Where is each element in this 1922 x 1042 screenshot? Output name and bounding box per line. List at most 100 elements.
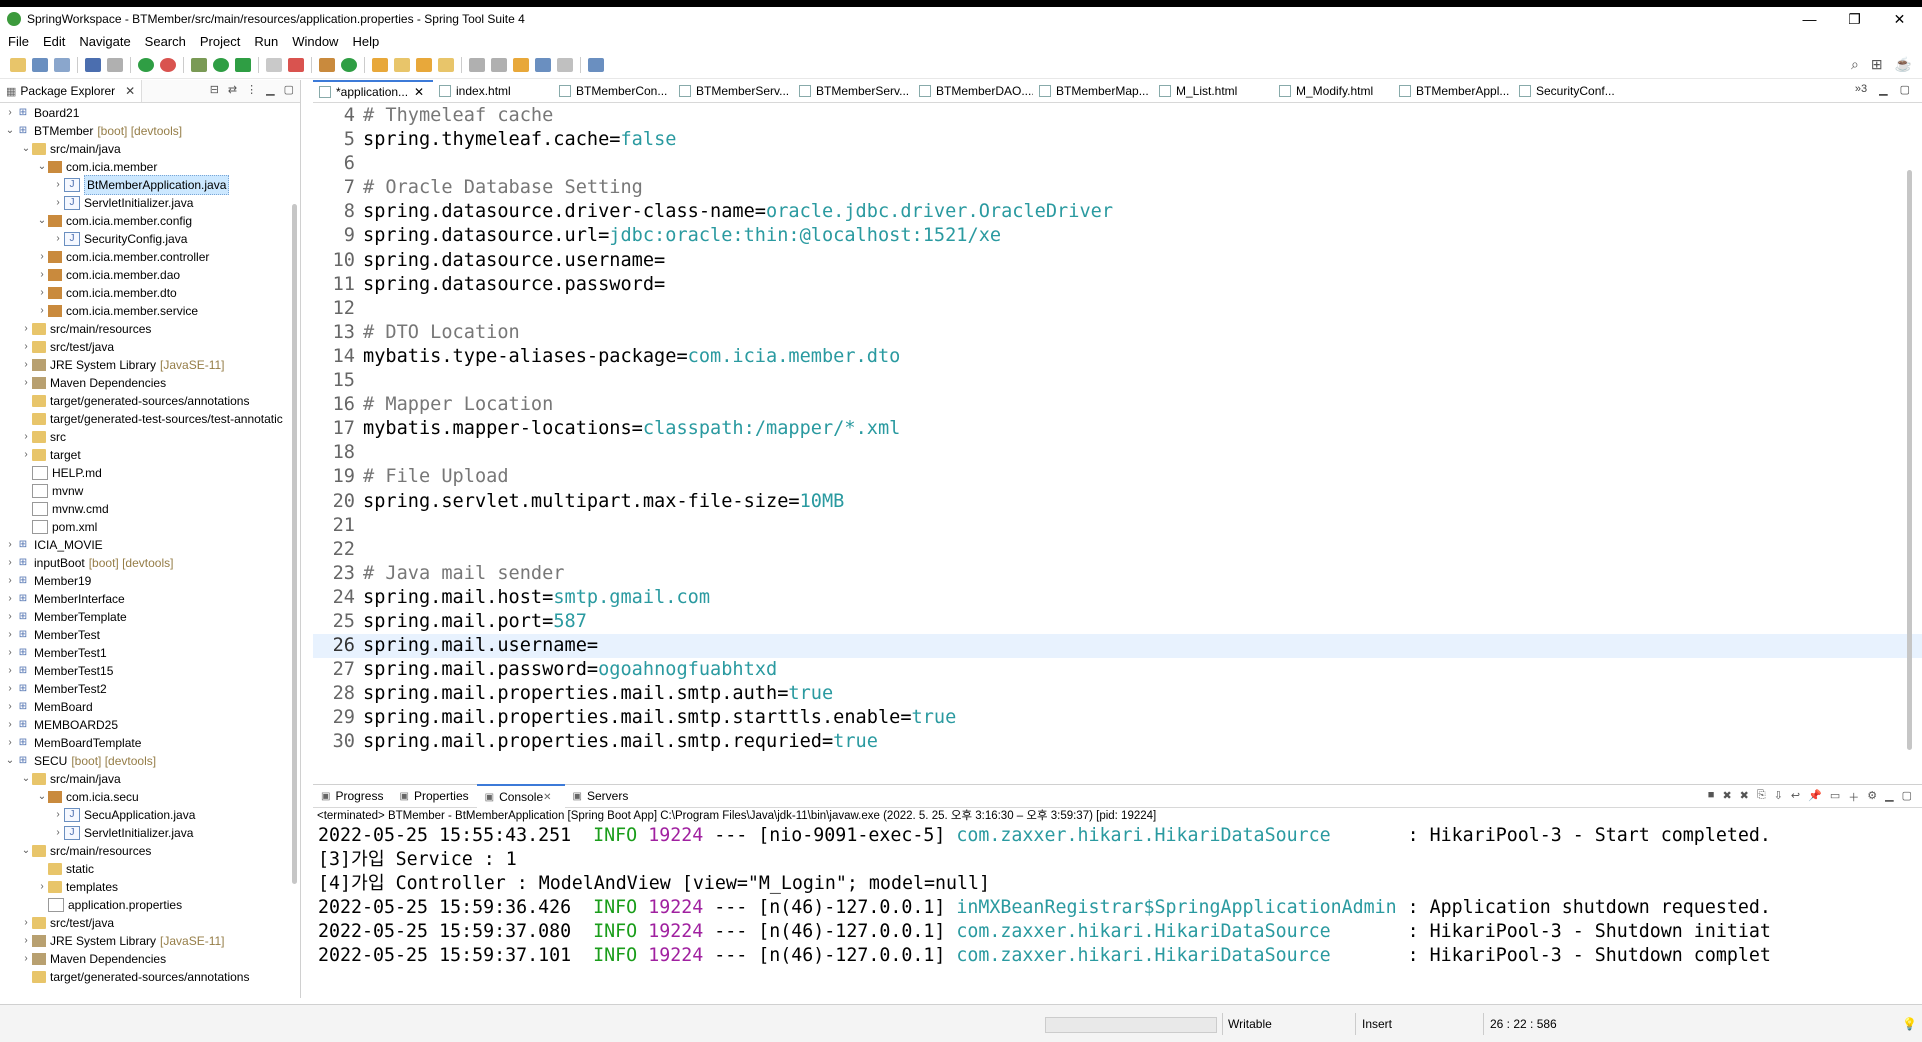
boot-dashboard-icon[interactable] [138,57,154,72]
filter-icon[interactable]: ⋮ [246,83,257,96]
settings-icon[interactable]: ⚙ [1867,789,1877,805]
expand-arrow-icon[interactable]: ⌄ [20,770,32,788]
minimize-editor-icon[interactable]: ▁ [1879,83,1887,96]
tree-item[interactable]: › com.icia.member.service [0,302,298,320]
expand-arrow-icon[interactable]: › [20,356,32,374]
clear-console-icon[interactable]: ⎘ [1757,789,1766,805]
expand-arrow-icon[interactable]: ⌄ [36,158,48,176]
open-console-icon[interactable]: ＋ [1848,789,1859,805]
tree-item[interactable]: › J SecuApplication.java [0,806,298,824]
tree-item[interactable]: › ⊞ MemBoard [0,698,298,716]
tree-item[interactable]: › target [0,446,298,464]
tree-item[interactable]: › ⊞ MEMBOARD25 [0,716,298,734]
code-line[interactable]: 23 # Java mail sender [313,562,1922,586]
code-line[interactable]: 11 spring.datasource.password= [313,273,1922,297]
code-line[interactable]: 4 # Thymeleaf cache [313,104,1922,128]
minimize-button[interactable]: — [1787,7,1832,31]
tree-item[interactable]: › templates [0,878,298,896]
annotation-icon[interactable] [438,57,454,72]
code-line[interactable]: 22 [313,538,1922,562]
tree-item[interactable]: › JRE System Library [JavaSE-11] [0,356,298,374]
editor-tab[interactable]: index.html [433,80,553,102]
tree-item[interactable]: › J SecurityConfig.java [0,230,298,248]
tree-item[interactable]: target/generated-sources/annotations [0,392,298,410]
editor-tab[interactable]: BTMemberCon... [553,80,673,102]
tree-item[interactable]: › com.icia.member.controller [0,248,298,266]
tree-item[interactable]: › ⊞ MemberTest15 [0,662,298,680]
code-line[interactable]: 8 spring.datasource.driver-class-name=ora… [313,200,1922,224]
expand-arrow-icon[interactable]: › [4,680,16,698]
tree-item[interactable]: ⌄ src/main/java [0,770,298,788]
tree-item[interactable]: ⌄ com.icia.secu [0,788,298,806]
minimize-console-icon[interactable]: ▁ [1885,789,1893,805]
expand-arrow-icon[interactable]: › [36,878,48,896]
code-line[interactable]: 5 spring.thymeleaf.cache=false [313,128,1922,152]
expand-arrow-icon[interactable]: › [36,302,48,320]
remove-launch-icon[interactable]: ✖ [1722,789,1731,805]
code-line[interactable]: 6 [313,152,1922,176]
menu-window[interactable]: Window [284,34,344,49]
code-line[interactable]: 21 [313,514,1922,538]
stop-icon[interactable] [266,57,282,72]
tree-item[interactable]: application.properties [0,896,298,914]
editor-tab[interactable]: SecurityConf... [1513,80,1633,102]
tree-item[interactable]: target/generated-sources/annotations [0,968,298,984]
expand-arrow-icon[interactable]: › [4,104,16,122]
tree-item[interactable]: › ⊞ MemberTest1 [0,644,298,662]
expand-arrow-icon[interactable]: ⌄ [20,842,32,860]
editor-overflow[interactable]: »3 [1855,83,1867,96]
open-task-icon[interactable] [394,57,410,72]
tab-servers[interactable]: ▣ Servers [565,785,637,807]
tab-package-explorer[interactable]: ▦ Package Explorer ✕ [0,80,143,102]
tree-item[interactable]: mvnw [0,482,298,500]
new-spring-starter-icon[interactable] [341,57,357,72]
search-toolbar-icon[interactable] [416,57,432,72]
code-line[interactable]: 19 # File Upload [313,465,1922,489]
expand-arrow-icon[interactable]: › [4,716,16,734]
tree-item[interactable]: target/generated-test-sources/test-annot… [0,410,298,428]
editor-tab[interactable]: *application... ✕ [313,80,433,102]
expand-arrow-icon[interactable]: › [36,248,48,266]
tree-item[interactable]: › ⊞ MemberInterface [0,590,298,608]
expand-arrow-icon[interactable]: › [20,950,32,968]
console-output[interactable]: 2022-05-25 15:55:43.251 INFO 19224 --- [… [313,824,1922,969]
menu-search[interactable]: Search [137,34,192,49]
code-line[interactable]: 27 spring.mail.password=ogoahnogfuabhtxd [313,658,1922,682]
code-line[interactable]: 28 spring.mail.properties.mail.smtp.auth=… [313,682,1922,706]
run-icon[interactable] [213,57,229,72]
menu-help[interactable]: Help [344,34,385,49]
code-editor[interactable]: 4 # Thymeleaf cache 5 spring.thymeleaf.cach… [313,104,1922,760]
tree-item[interactable]: › Maven Dependencies [0,950,298,968]
expand-arrow-icon[interactable]: ⌄ [36,788,48,806]
expand-arrow-icon[interactable]: › [52,824,64,842]
tip-icon[interactable]: 💡 [1902,1016,1917,1032]
expand-arrow-icon[interactable]: › [36,266,48,284]
search-icon[interactable]: ⌕ [1851,56,1859,73]
tab-progress[interactable]: ▣ Progress [313,785,391,807]
remove-all-icon[interactable]: ✖ [1740,789,1749,805]
tree-item[interactable]: › JRE System Library [JavaSE-11] [0,932,298,950]
code-line[interactable]: 30 spring.mail.properties.mail.smtp.requr… [313,730,1922,754]
expand-arrow-icon[interactable]: › [4,734,16,752]
close-window-button[interactable]: ✕ [1877,7,1922,31]
editor-tab[interactable]: M_Modify.html [1273,80,1393,102]
close-icon[interactable]: ✕ [414,85,424,99]
debug-icon[interactable] [191,57,207,72]
tree-item[interactable]: pom.xml [0,518,298,536]
expand-arrow-icon[interactable]: › [20,932,32,950]
open-type-icon[interactable] [372,57,388,72]
expand-arrow-icon[interactable]: › [4,554,16,572]
pin-editor-icon[interactable] [588,57,604,72]
tree-item[interactable]: › src/test/java [0,338,298,356]
tree-item[interactable]: › src/test/java [0,914,298,932]
code-line[interactable]: 15 [313,369,1922,393]
tree-item[interactable]: mvnw.cmd [0,500,298,518]
tree-item[interactable]: › ⊞ MemberTest [0,626,298,644]
code-line[interactable]: 18 [313,441,1922,465]
expand-arrow-icon[interactable]: › [36,284,48,302]
expand-arrow-icon[interactable]: › [4,608,16,626]
tree-item[interactable]: › Maven Dependencies [0,374,298,392]
code-line[interactable]: 10 spring.datasource.username= [313,249,1922,273]
code-line[interactable]: 29 spring.mail.properties.mail.smtp.start… [313,706,1922,730]
expand-arrow-icon[interactable]: ⌄ [20,140,32,158]
